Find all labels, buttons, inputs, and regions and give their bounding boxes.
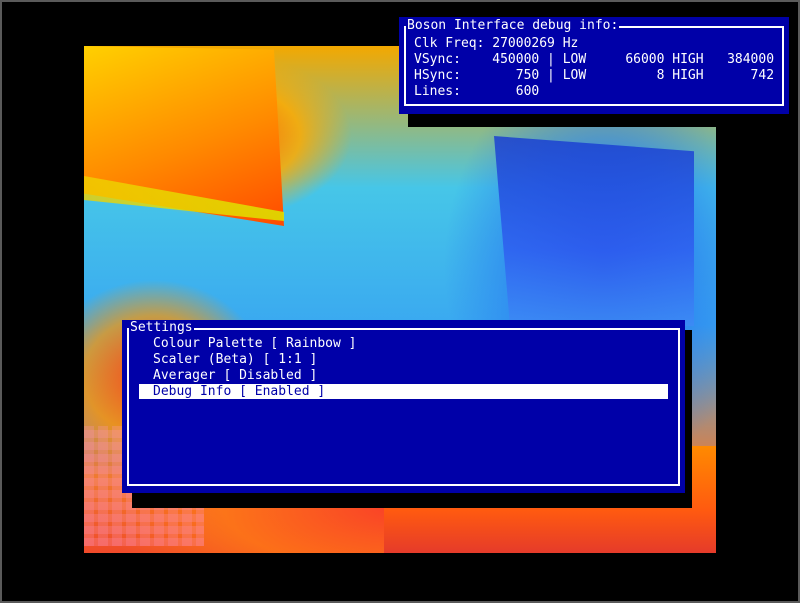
lines-readout: Lines: 600: [414, 84, 540, 99]
settings-panel-title: Settings: [129, 320, 194, 335]
settings-panel-shadow-right: [684, 330, 692, 508]
hsync-readout: HSync: 750 | LOW 8 HIGH 742: [414, 68, 775, 83]
menu-item-averager[interactable]: Averager [ Disabled ]: [139, 368, 668, 383]
clk-freq-readout: Clk Freq: 27000269 Hz: [414, 36, 579, 51]
settings-panel-shadow-bottom: [132, 492, 692, 508]
debug-panel-title: Boson Interface debug info:: [406, 18, 620, 33]
menu-item-debug-info[interactable]: Debug Info [ Enabled ]: [139, 384, 668, 399]
debug-panel-shadow: [408, 113, 790, 127]
debug-info-panel: Boson Interface debug info: Clk Freq: 27…: [399, 17, 789, 114]
settings-panel: Settings Colour Palette [ Rainbow ] Scal…: [122, 320, 685, 493]
thermal-cold-region: [494, 136, 694, 326]
vsync-readout: VSync: 450000 | LOW 66000 HIGH 384000: [414, 52, 775, 67]
menu-item-scaler[interactable]: Scaler (Beta) [ 1:1 ]: [139, 352, 668, 367]
menu-item-colour-palette[interactable]: Colour Palette [ Rainbow ]: [139, 336, 668, 351]
